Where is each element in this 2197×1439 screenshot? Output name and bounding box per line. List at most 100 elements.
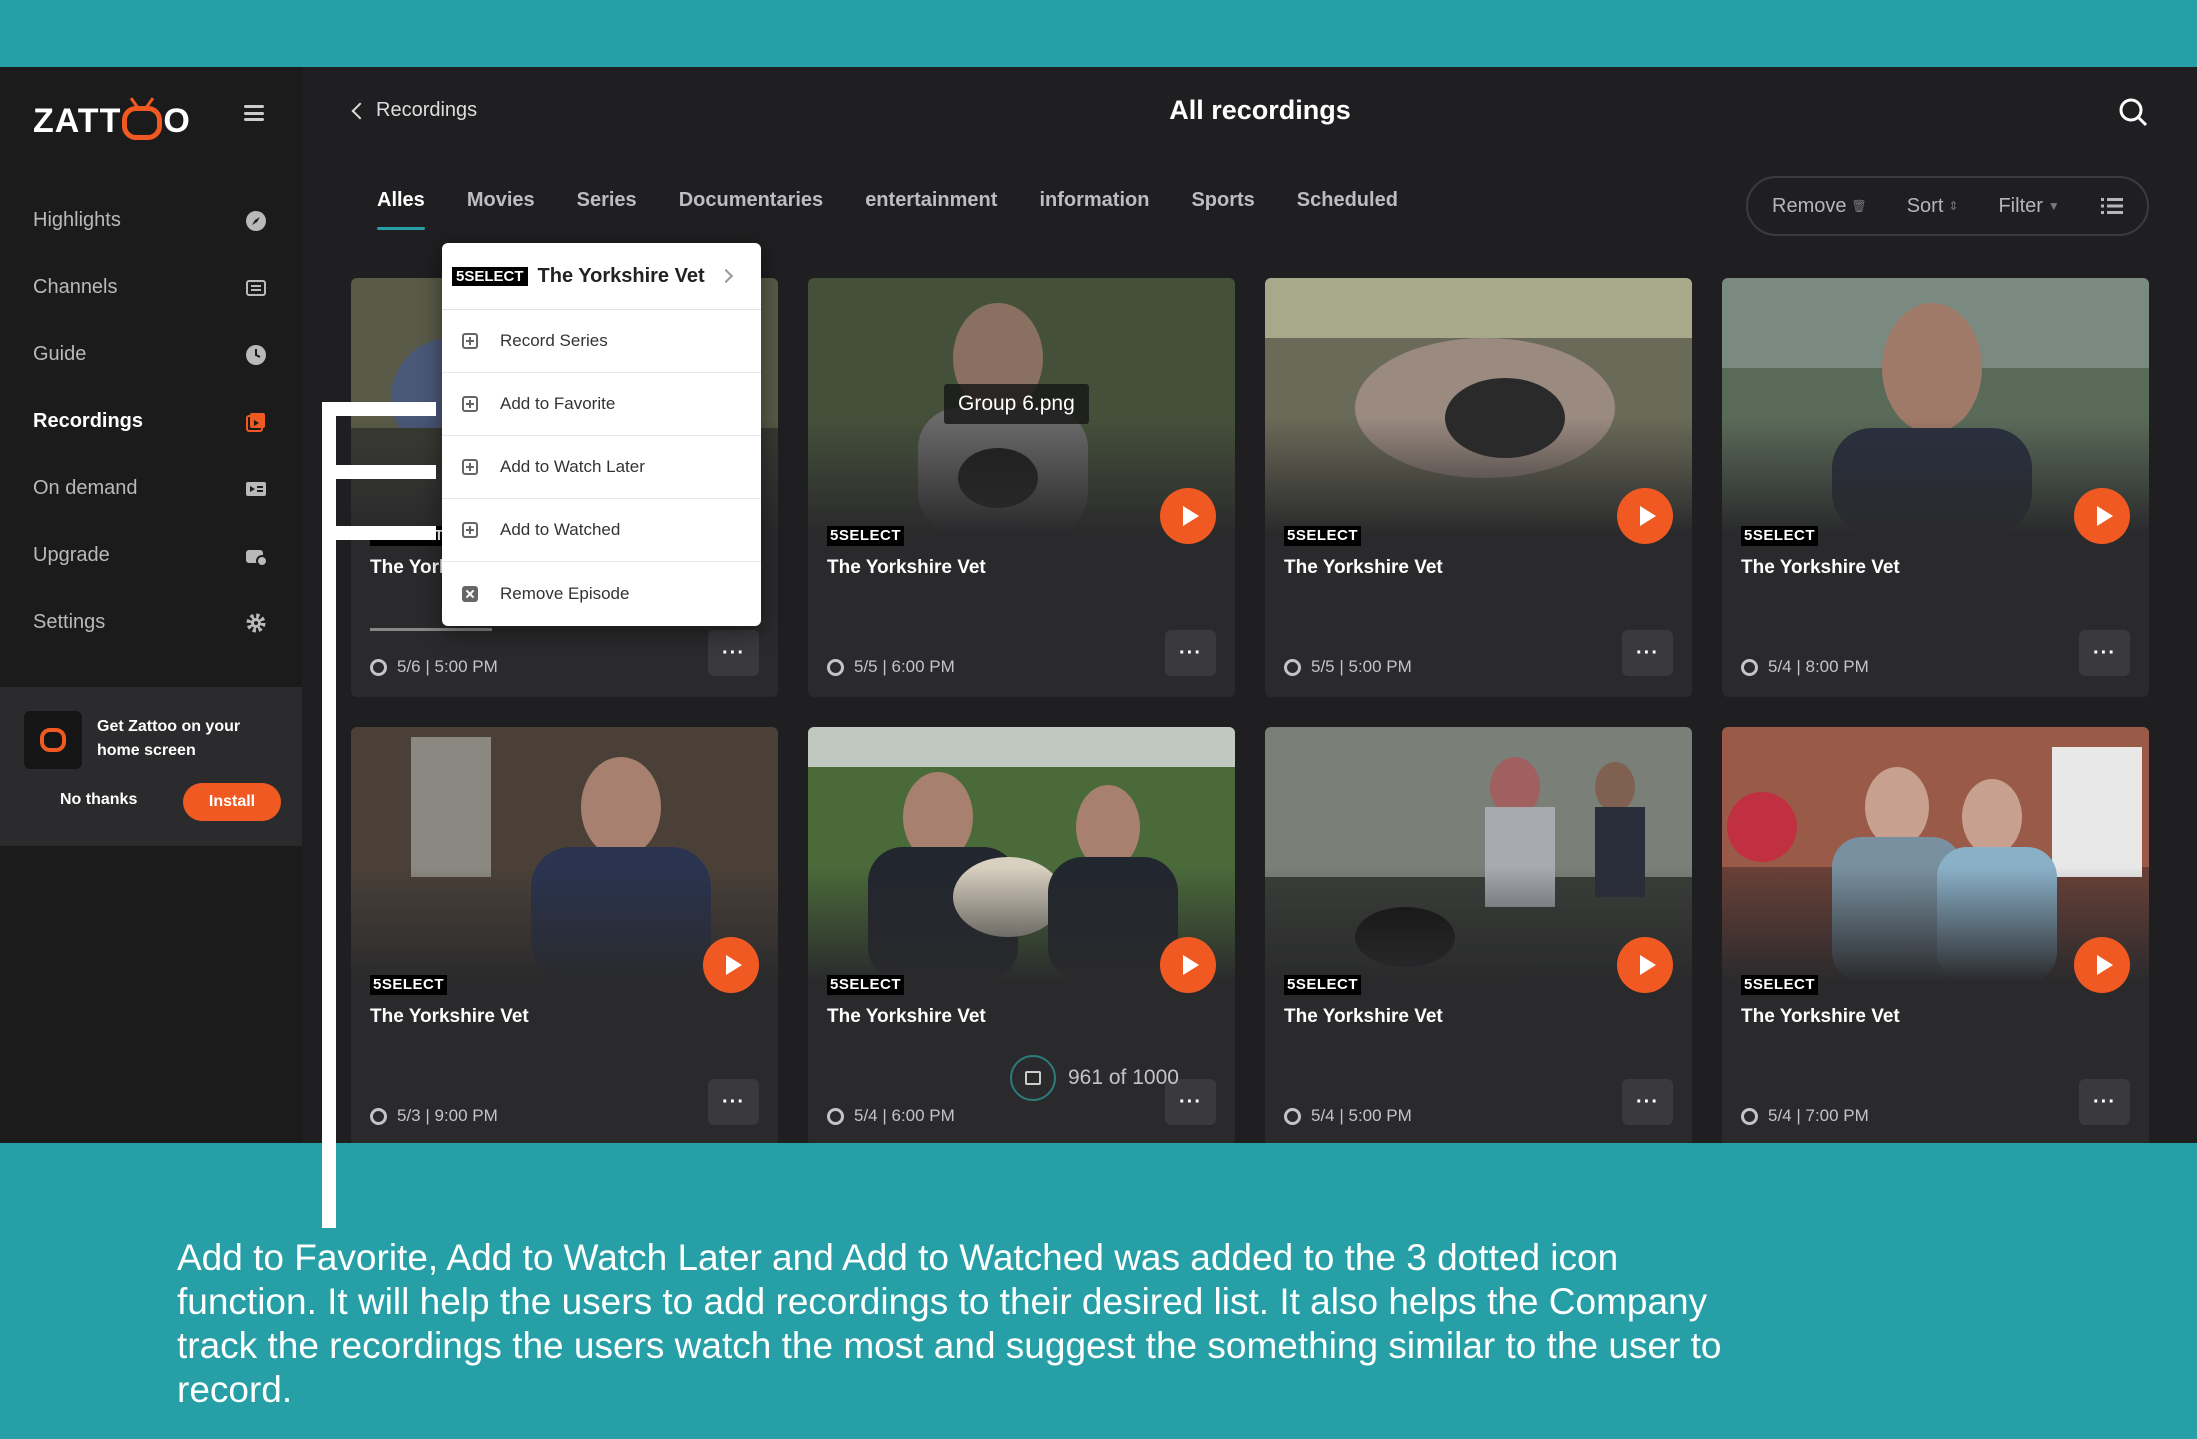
more-options-button[interactable]: ··· <box>1622 1079 1673 1125</box>
hamburger-menu-icon[interactable] <box>244 105 264 121</box>
tab-scheduled[interactable]: Scheduled <box>1297 189 1398 239</box>
sidebar-item-channels[interactable]: Channels <box>0 254 302 321</box>
play-button[interactable] <box>1160 488 1216 544</box>
sort-button[interactable]: Sort ⇕ <box>1907 195 1959 218</box>
sidebar-item-recordings[interactable]: Recordings <box>0 388 302 455</box>
menu-item-remove-episode[interactable]: Remove Episode <box>442 562 761 625</box>
recording-card[interactable]: 5SELECT The Yorkshire Vet 5/4 | 7:00 PM … <box>1722 727 2149 1143</box>
clock-icon <box>1741 658 1758 676</box>
tab-alles[interactable]: Alles <box>377 189 425 239</box>
back-link[interactable]: Recordings <box>351 99 477 122</box>
play-button[interactable] <box>2074 488 2130 544</box>
channels-icon <box>245 277 267 299</box>
list-view-icon[interactable] <box>2101 197 2123 215</box>
tab-information[interactable]: information <box>1039 189 1149 239</box>
clock-icon <box>1284 1107 1301 1125</box>
search-icon[interactable] <box>2118 97 2148 127</box>
play-button[interactable] <box>1617 937 1673 993</box>
menu-item-add-to-watched[interactable]: Add to Watched <box>442 499 761 562</box>
recording-title: The Yorkshire Vet <box>827 557 986 578</box>
close-icon <box>462 585 478 602</box>
sidebar-item-settings[interactable]: Settings <box>0 589 302 656</box>
filter-button[interactable]: Filter ▼ <box>1998 195 2059 218</box>
recording-title: The Yorkshire Vet <box>1284 1006 1443 1027</box>
recording-card[interactable]: 5SELECT The Yorkshire Vet 5/4 | 5:00 PM … <box>1265 727 1692 1143</box>
tab-series[interactable]: Series <box>577 189 637 239</box>
annotation-pointer <box>322 465 436 479</box>
menu-item-add-to-favorite[interactable]: Add to Favorite <box>442 373 761 436</box>
zattoo-app-icon <box>24 711 82 769</box>
page-title: All recordings <box>1169 95 1351 125</box>
recording-datetime: 5/4 | 7:00 PM <box>1768 1106 1869 1125</box>
more-options-button[interactable]: ··· <box>2079 630 2130 676</box>
recording-title: The Yorkshire Vet <box>827 1006 986 1027</box>
more-options-button[interactable]: ··· <box>708 1079 759 1125</box>
channel-logo: 5SELECT <box>1741 526 1819 546</box>
clock-icon <box>1741 1107 1758 1125</box>
no-thanks-button[interactable]: No thanks <box>60 791 137 809</box>
more-options-button[interactable]: ··· <box>708 630 759 676</box>
recording-card[interactable]: 5SELECT The Yorkshire Vet 5/4 | 8:00 PM … <box>1722 278 2149 697</box>
zattoo-logo[interactable]: ZATT O <box>33 95 191 147</box>
more-options-button[interactable]: ··· <box>1165 630 1216 676</box>
recording-datetime: 5/4 | 8:00 PM <box>1768 657 1869 676</box>
recording-datetime: 5/4 | 5:00 PM <box>1311 1106 1412 1125</box>
clock-icon <box>827 1107 844 1125</box>
upgrade-icon <box>245 545 267 567</box>
clock-icon <box>245 344 267 366</box>
category-tabs: Alles Movies Series Documentaries entert… <box>377 189 1440 239</box>
recording-card[interactable]: 5SELECT The Yorkshire Vet 5/5 | 5:00 PM … <box>1265 278 1692 697</box>
tab-entertainment[interactable]: entertainment <box>865 189 997 239</box>
play-button[interactable] <box>2074 937 2130 993</box>
sidebar-item-highlights[interactable]: Highlights <box>0 187 302 254</box>
filter-funnel-icon: ▼ <box>2047 199 2060 213</box>
channel-logo: 5SELECT <box>1284 975 1362 995</box>
play-button[interactable] <box>703 937 759 993</box>
chevron-right-icon <box>718 268 734 284</box>
sidebar-item-on-demand[interactable]: On demand <box>0 455 302 522</box>
sidebar-item-guide[interactable]: Guide <box>0 321 302 388</box>
recording-card[interactable]: 5SELECT The Yorkshire Vet 5/3 | 9:00 PM … <box>351 727 778 1143</box>
chevron-left-icon <box>351 102 369 119</box>
channel-logo: 5SELECT <box>827 526 905 546</box>
clock-icon <box>827 658 844 676</box>
more-options-button[interactable]: ··· <box>2079 1079 2130 1125</box>
remove-button[interactable]: Remove 🗑 <box>1772 195 1867 218</box>
recording-card[interactable]: 5SELECT The Yorkshire Vet 5/5 | 6:00 PM … <box>808 278 1235 697</box>
tab-documentaries[interactable]: Documentaries <box>679 189 824 239</box>
recording-title: The Yorkshire Vet <box>1284 557 1443 578</box>
recording-datetime: 5/6 | 5:00 PM <box>397 657 498 676</box>
watch-progress-bar <box>370 628 492 631</box>
sidebar-item-upgrade[interactable]: Upgrade <box>0 522 302 589</box>
recordings-icon <box>245 411 267 433</box>
context-menu-title: The Yorkshire Vet <box>537 264 705 287</box>
recording-title: The Yorkshire Vet <box>370 1006 529 1027</box>
play-button[interactable] <box>1617 488 1673 544</box>
recording-datetime: 5/5 | 5:00 PM <box>1311 657 1412 676</box>
menu-item-record-series[interactable]: Record Series <box>442 310 761 373</box>
clock-icon <box>370 658 387 676</box>
play-button[interactable] <box>1160 937 1216 993</box>
plus-icon <box>462 333 478 349</box>
sidebar-nav: Highlights Channels Guide Recordings On … <box>0 187 302 656</box>
install-button[interactable]: Install <box>183 783 281 821</box>
plus-icon <box>462 522 478 538</box>
install-promo: Get Zattoo on your home screen No thanks… <box>0 687 302 846</box>
recordings-toolbar: Remove 🗑 Sort ⇕ Filter ▼ <box>1746 176 2149 236</box>
channel-logo: 5SELECT <box>452 266 528 286</box>
plus-icon <box>462 396 478 412</box>
context-menu-header[interactable]: 5SELECT The Yorkshire Vet <box>442 243 761 310</box>
channel-logo: 5SELECT <box>1284 526 1362 546</box>
sort-arrows-icon: ⇕ <box>1948 199 1959 213</box>
channel-logo: 5SELECT <box>827 975 905 995</box>
tab-movies[interactable]: Movies <box>467 189 535 239</box>
recording-title: The Yorkshire Vet <box>1741 557 1900 578</box>
more-options-button[interactable]: ··· <box>1622 630 1673 676</box>
recording-datetime: 5/3 | 9:00 PM <box>397 1106 498 1125</box>
sidebar: ZATT O Highlights Channels Guide Recordin… <box>0 67 302 1143</box>
tab-sports[interactable]: Sports <box>1191 189 1254 239</box>
trash-icon: 🗑 <box>1851 199 1867 213</box>
recording-title: The Yorkshire Vet <box>1741 1006 1900 1027</box>
menu-item-add-to-watch-later[interactable]: Add to Watch Later <box>442 436 761 499</box>
image-tooltip: Group 6.png <box>944 384 1089 424</box>
